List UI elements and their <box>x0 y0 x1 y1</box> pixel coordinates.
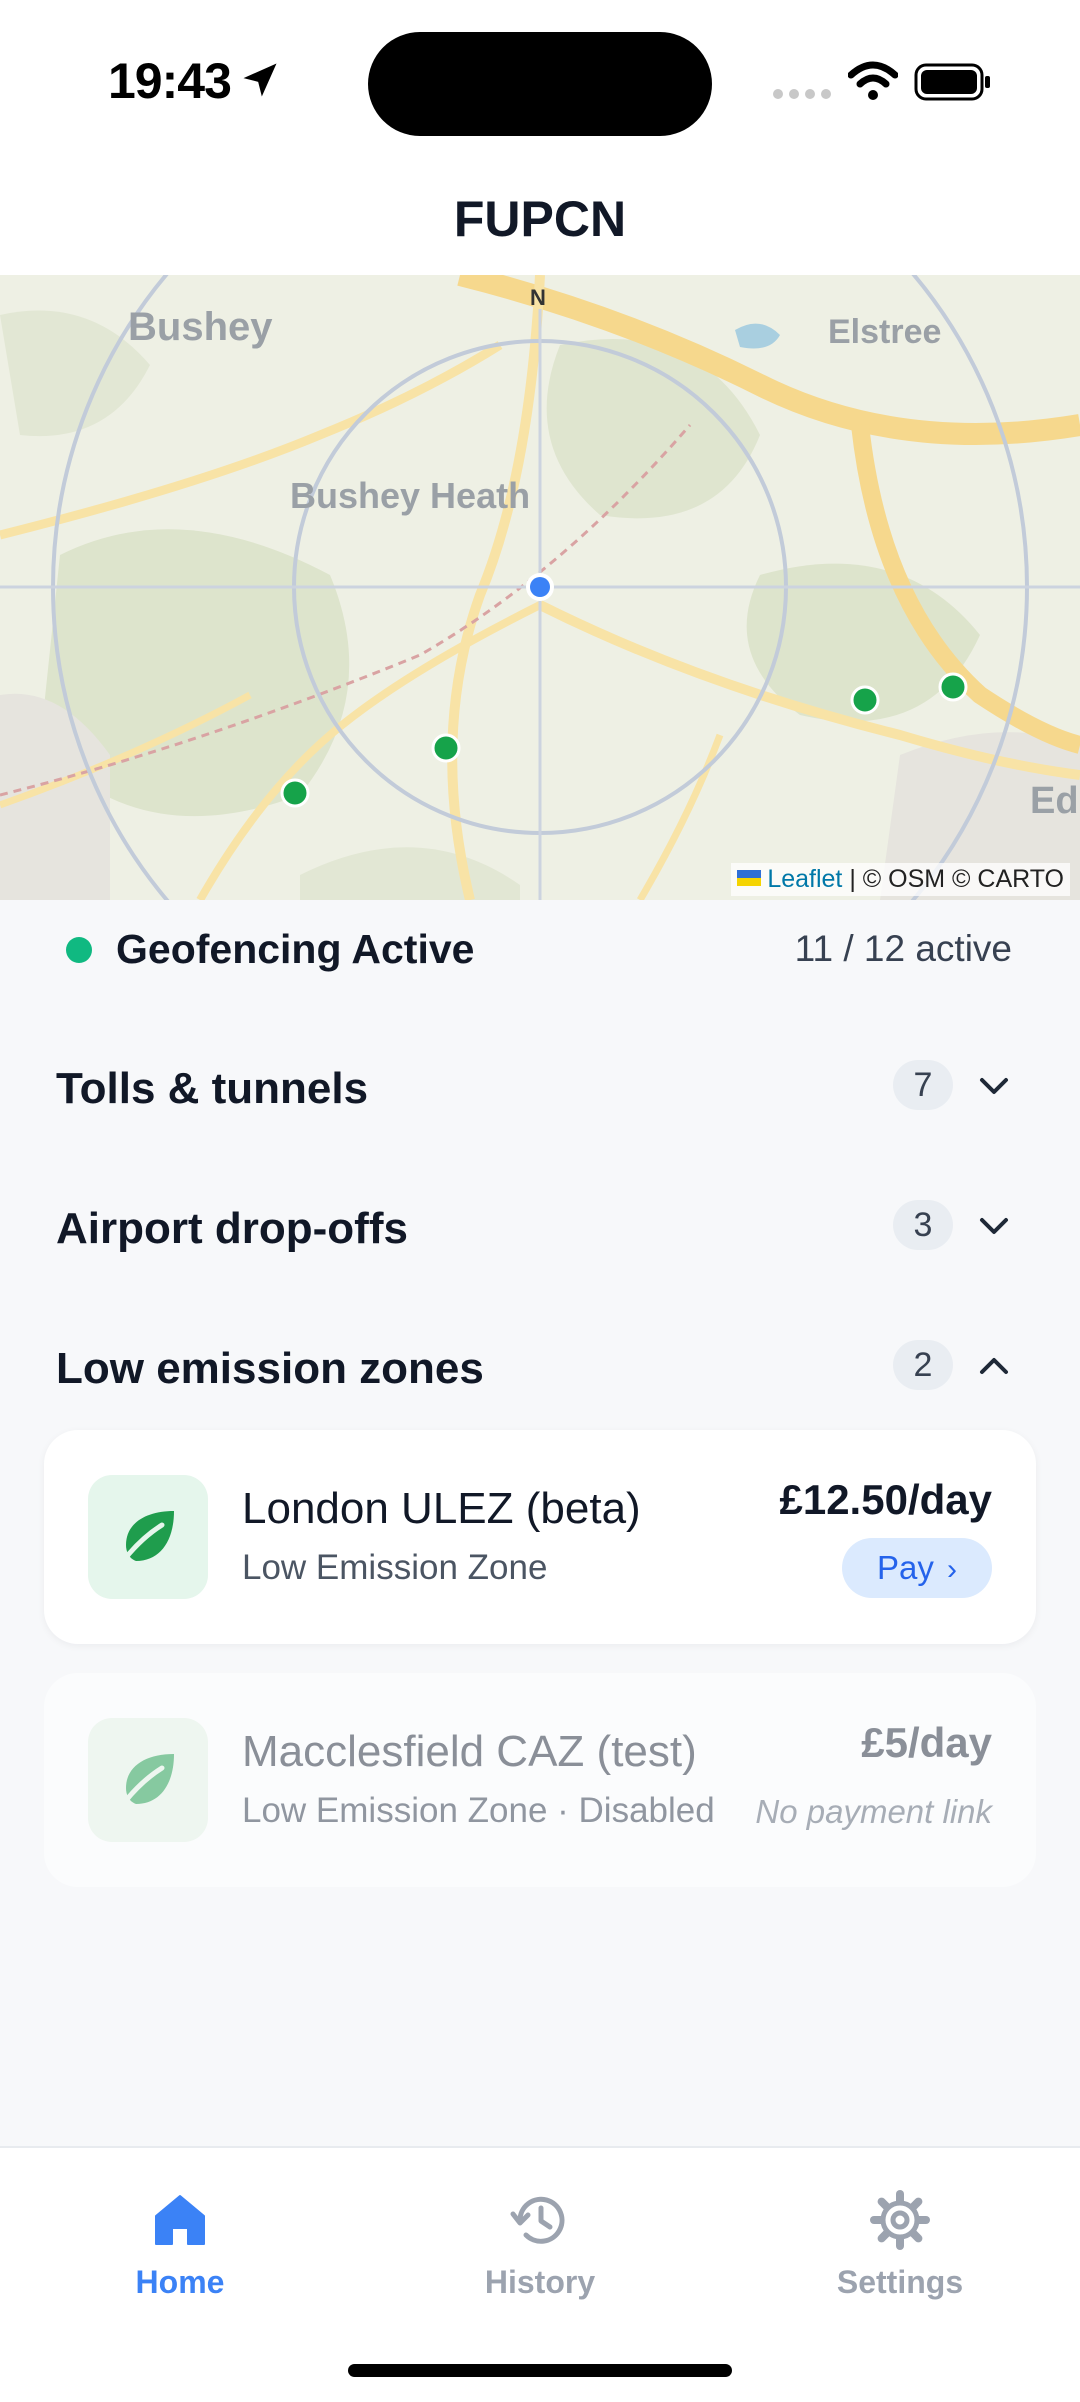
zone-name: London ULEZ (beta) <box>242 1484 641 1533</box>
wifi-icon <box>848 61 898 100</box>
section-tolls-tunnels[interactable]: Tolls & tunnels 7 <box>0 1030 1080 1140</box>
map-tiles <box>0 275 1080 900</box>
map-compass-label: N <box>530 285 546 310</box>
pay-button[interactable]: Pay › <box>842 1538 992 1598</box>
tab-history[interactable]: History <box>420 2148 660 2318</box>
zone-icon-tile <box>88 1718 208 1842</box>
status-bar: 19:43 <box>0 0 1080 160</box>
cellular-signal-icon <box>773 89 831 99</box>
count-badge: 2 <box>893 1340 953 1390</box>
tab-label: History <box>484 2264 596 2300</box>
chevron-up-icon <box>980 1358 1008 1374</box>
zone-type: Low Emission Zone <box>242 1548 548 1587</box>
map-label-bushey: Bushey <box>128 305 273 349</box>
battery-icon <box>914 63 990 101</box>
home-icon <box>155 2195 205 2245</box>
geofence-count: 11 / 12 active <box>794 928 1012 969</box>
status-time: 19:43 <box>108 53 232 109</box>
tab-settings[interactable]: Settings <box>780 2148 1020 2318</box>
leaf-icon <box>117 1511 174 1568</box>
section-title: Airport drop-offs <box>56 1204 408 1253</box>
tab-label: Settings <box>836 2264 964 2300</box>
geofence-label: Geofencing Active <box>116 926 475 972</box>
zone-price: £12.50/day <box>779 1476 992 1523</box>
section-title: Low emission zones <box>56 1344 484 1393</box>
pay-button-label: Pay <box>876 1549 934 1586</box>
app-header: FUPCN <box>0 160 1080 275</box>
count-badge: 7 <box>893 1060 953 1110</box>
chevron-down-icon <box>980 1078 1008 1094</box>
status-dot-icon <box>66 937 92 963</box>
map-attribution: Leaflet | © OSM © CARTO <box>731 863 1070 896</box>
ukraine-flag-icon <box>737 870 762 887</box>
tab-home[interactable]: Home <box>60 2148 300 2318</box>
map-label-elstree: Elstree <box>828 313 942 351</box>
section-airport-drop-offs[interactable]: Airport drop-offs 3 <box>0 1170 1080 1280</box>
map-label-bushey-heath: Bushey Heath <box>290 475 531 516</box>
page-title: FUPCN <box>453 191 627 247</box>
zone-type: Low Emission Zone · Disabled <box>242 1791 715 1830</box>
chevron-right-icon: › <box>947 1553 958 1586</box>
map-view[interactable]: N Bushey Elstree Bushey Heath Ed Leaflet… <box>0 275 1080 900</box>
leaf-icon <box>117 1754 174 1811</box>
dynamic-island <box>368 32 712 136</box>
geofence-status: Geofencing Active 11 / 12 active <box>0 900 1080 1000</box>
location-arrow-icon <box>243 63 277 97</box>
tab-label: Home <box>135 2264 225 2300</box>
zone-name: Macclesfield CAZ (test) <box>242 1727 697 1776</box>
leaflet-link[interactable]: Leaflet <box>767 865 842 893</box>
history-icon <box>510 2196 565 2244</box>
zone-price: £5/day <box>861 1719 992 1766</box>
gear-icon <box>870 2190 930 2250</box>
section-low-emission-zones[interactable]: Low emission zones 2 <box>0 1310 1080 1420</box>
no-payment-link-note: No payment link <box>755 1793 992 1830</box>
zone-icon-tile <box>88 1475 208 1599</box>
attribution-text: | © OSM © CARTO <box>849 865 1064 893</box>
zone-card-london-ulez[interactable]: London ULEZ (beta) Low Emission Zone £12… <box>44 1430 1036 1644</box>
chevron-down-icon <box>980 1218 1008 1234</box>
zone-card-macclesfield-caz[interactable]: Macclesfield CAZ (test) Low Emission Zon… <box>44 1673 1036 1887</box>
section-title: Tolls & tunnels <box>56 1064 369 1113</box>
map-label-edge: Ed <box>1030 780 1079 822</box>
count-badge: 3 <box>893 1200 953 1250</box>
home-indicator <box>348 2364 732 2377</box>
